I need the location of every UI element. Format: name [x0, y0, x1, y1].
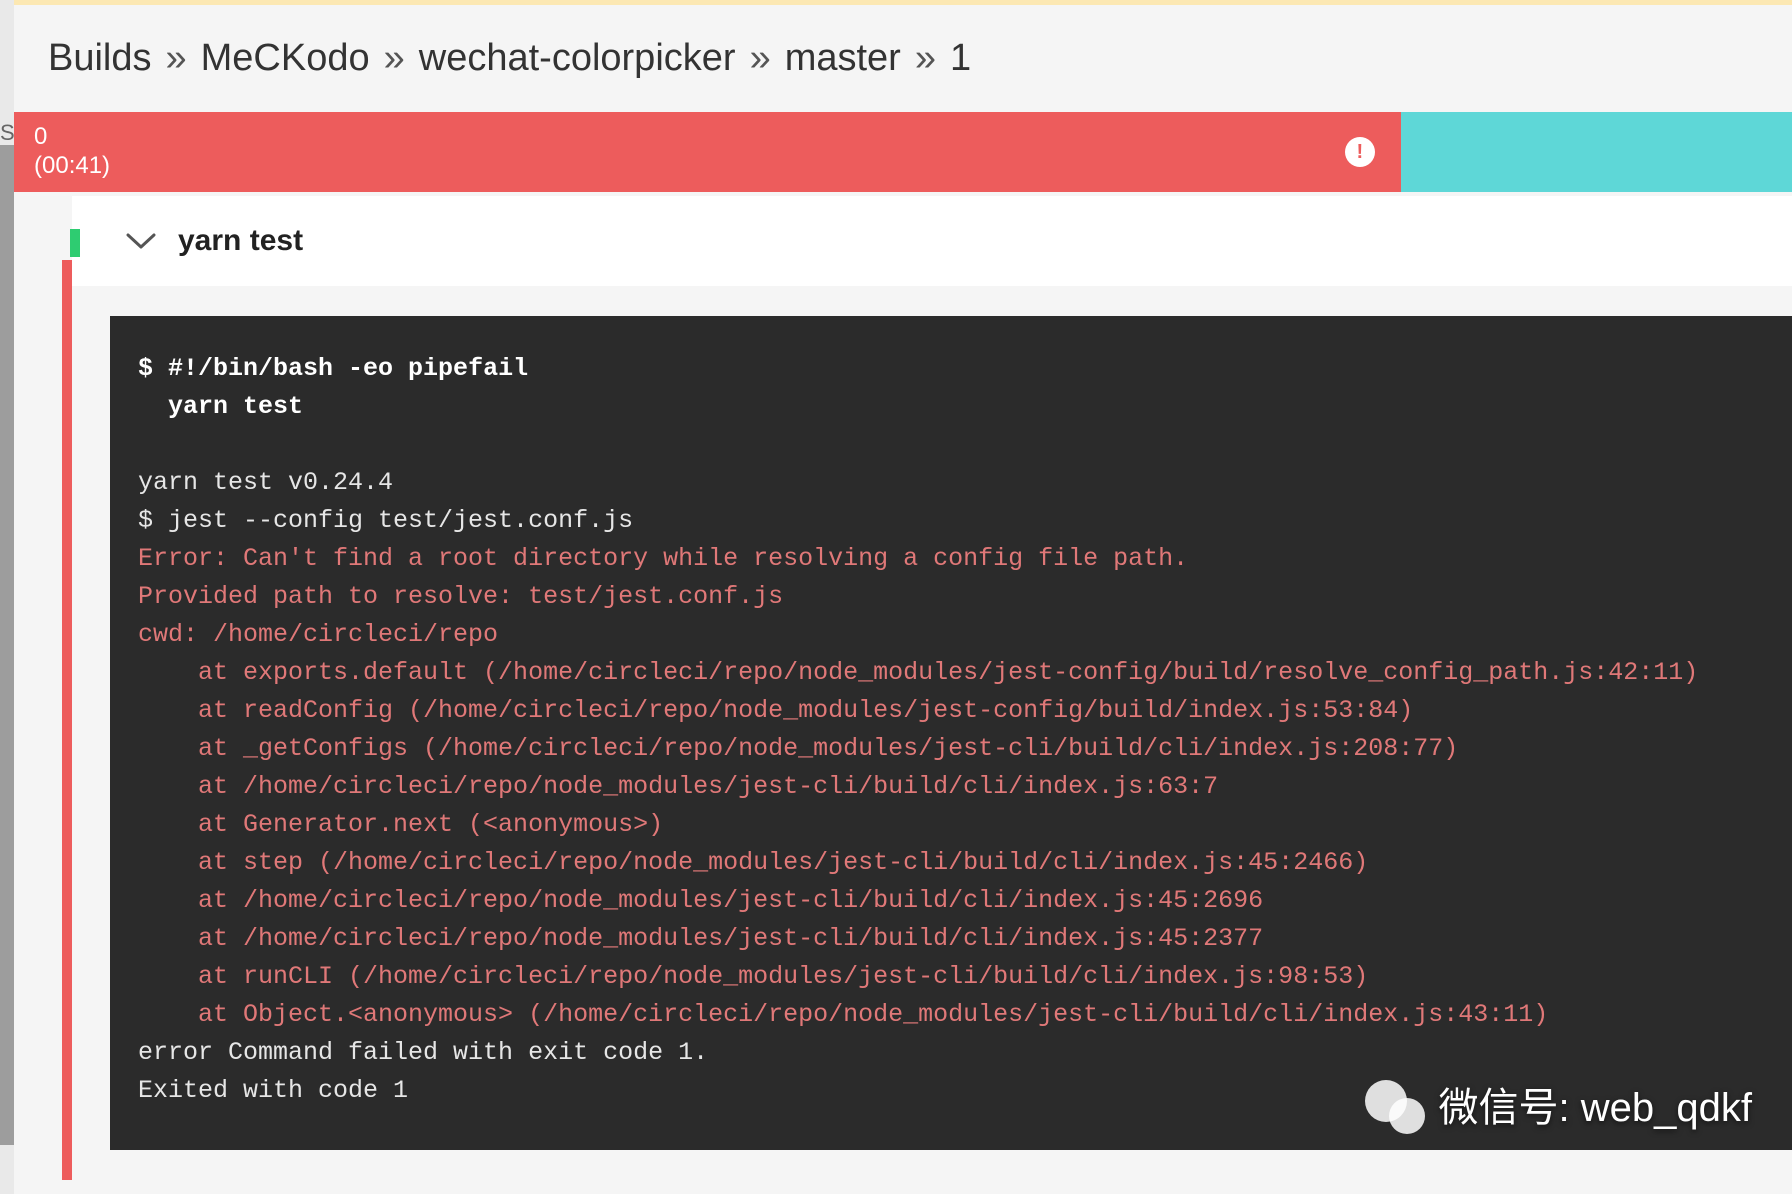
- term-stack: at /home/circleci/repo/node_modules/jest…: [138, 772, 1218, 801]
- breadcrumb-build-number[interactable]: 1: [950, 37, 971, 80]
- chevron-down-icon[interactable]: [126, 231, 156, 251]
- step-failed[interactable]: 0 (00:41) !: [14, 112, 1401, 192]
- term-stack: at _getConfigs (/home/circleci/repo/node…: [138, 734, 1458, 763]
- breadcrumb-repo[interactable]: wechat-colorpicker: [419, 37, 736, 80]
- warning-icon: !: [1345, 137, 1375, 167]
- breadcrumb-sep: »: [750, 37, 771, 80]
- term-stack: at /home/circleci/repo/node_modules/jest…: [138, 886, 1263, 915]
- breadcrumb-branch[interactable]: master: [785, 37, 901, 80]
- step-bar: 0 (00:41) !: [14, 112, 1792, 192]
- breadcrumb-sep: »: [166, 37, 187, 80]
- breadcrumb-sep: »: [384, 37, 405, 80]
- breadcrumb-sep: »: [915, 37, 936, 80]
- term-line: Exited with code 1: [138, 1076, 408, 1105]
- step-fail-marker: [62, 260, 72, 1180]
- step-index: 0: [34, 123, 110, 152]
- term-error: cwd: /home/circleci/repo: [138, 620, 498, 649]
- term-cmd: yarn test: [138, 392, 303, 421]
- breadcrumb-builds[interactable]: Builds: [48, 37, 152, 80]
- sidebar-label: S: [0, 120, 15, 146]
- term-line: error Command failed with exit code 1.: [138, 1038, 708, 1067]
- section-title: yarn test: [178, 224, 303, 258]
- left-rail-scroll[interactable]: [0, 145, 14, 1145]
- breadcrumb-user[interactable]: MeCKodo: [201, 37, 370, 80]
- term-stack: at /home/circleci/repo/node_modules/jest…: [138, 924, 1263, 953]
- step-next[interactable]: [1401, 112, 1792, 192]
- term-stack: at step (/home/circleci/repo/node_module…: [138, 848, 1368, 877]
- term-error: Error: Can't find a root directory while…: [138, 544, 1188, 573]
- breadcrumb: Builds » MeCKodo » wechat-colorpicker » …: [0, 5, 1792, 112]
- step-duration: (00:41): [34, 152, 110, 181]
- step-info: 0 (00:41): [34, 123, 110, 181]
- term-shebang: #!/bin/bash -eo pipefail: [168, 354, 528, 383]
- term-line: $ jest --config test/jest.conf.js: [138, 506, 633, 535]
- terminal-output[interactable]: $ #!/bin/bash -eo pipefail yarn test yar…: [110, 316, 1792, 1150]
- term-error: Provided path to resolve: test/jest.conf…: [138, 582, 783, 611]
- term-stack: at Object.<anonymous> (/home/circleci/re…: [138, 1000, 1548, 1029]
- term-prompt: $: [138, 354, 168, 383]
- term-line: yarn test v0.24.4: [138, 468, 393, 497]
- section-header[interactable]: yarn test: [72, 196, 1792, 286]
- step-success-marker: [70, 229, 80, 257]
- term-stack: at exports.default (/home/circleci/repo/…: [138, 658, 1698, 687]
- term-stack: at runCLI (/home/circleci/repo/node_modu…: [138, 962, 1368, 991]
- term-stack: at Generator.next (<anonymous>): [138, 810, 663, 839]
- term-stack: at readConfig (/home/circleci/repo/node_…: [138, 696, 1413, 725]
